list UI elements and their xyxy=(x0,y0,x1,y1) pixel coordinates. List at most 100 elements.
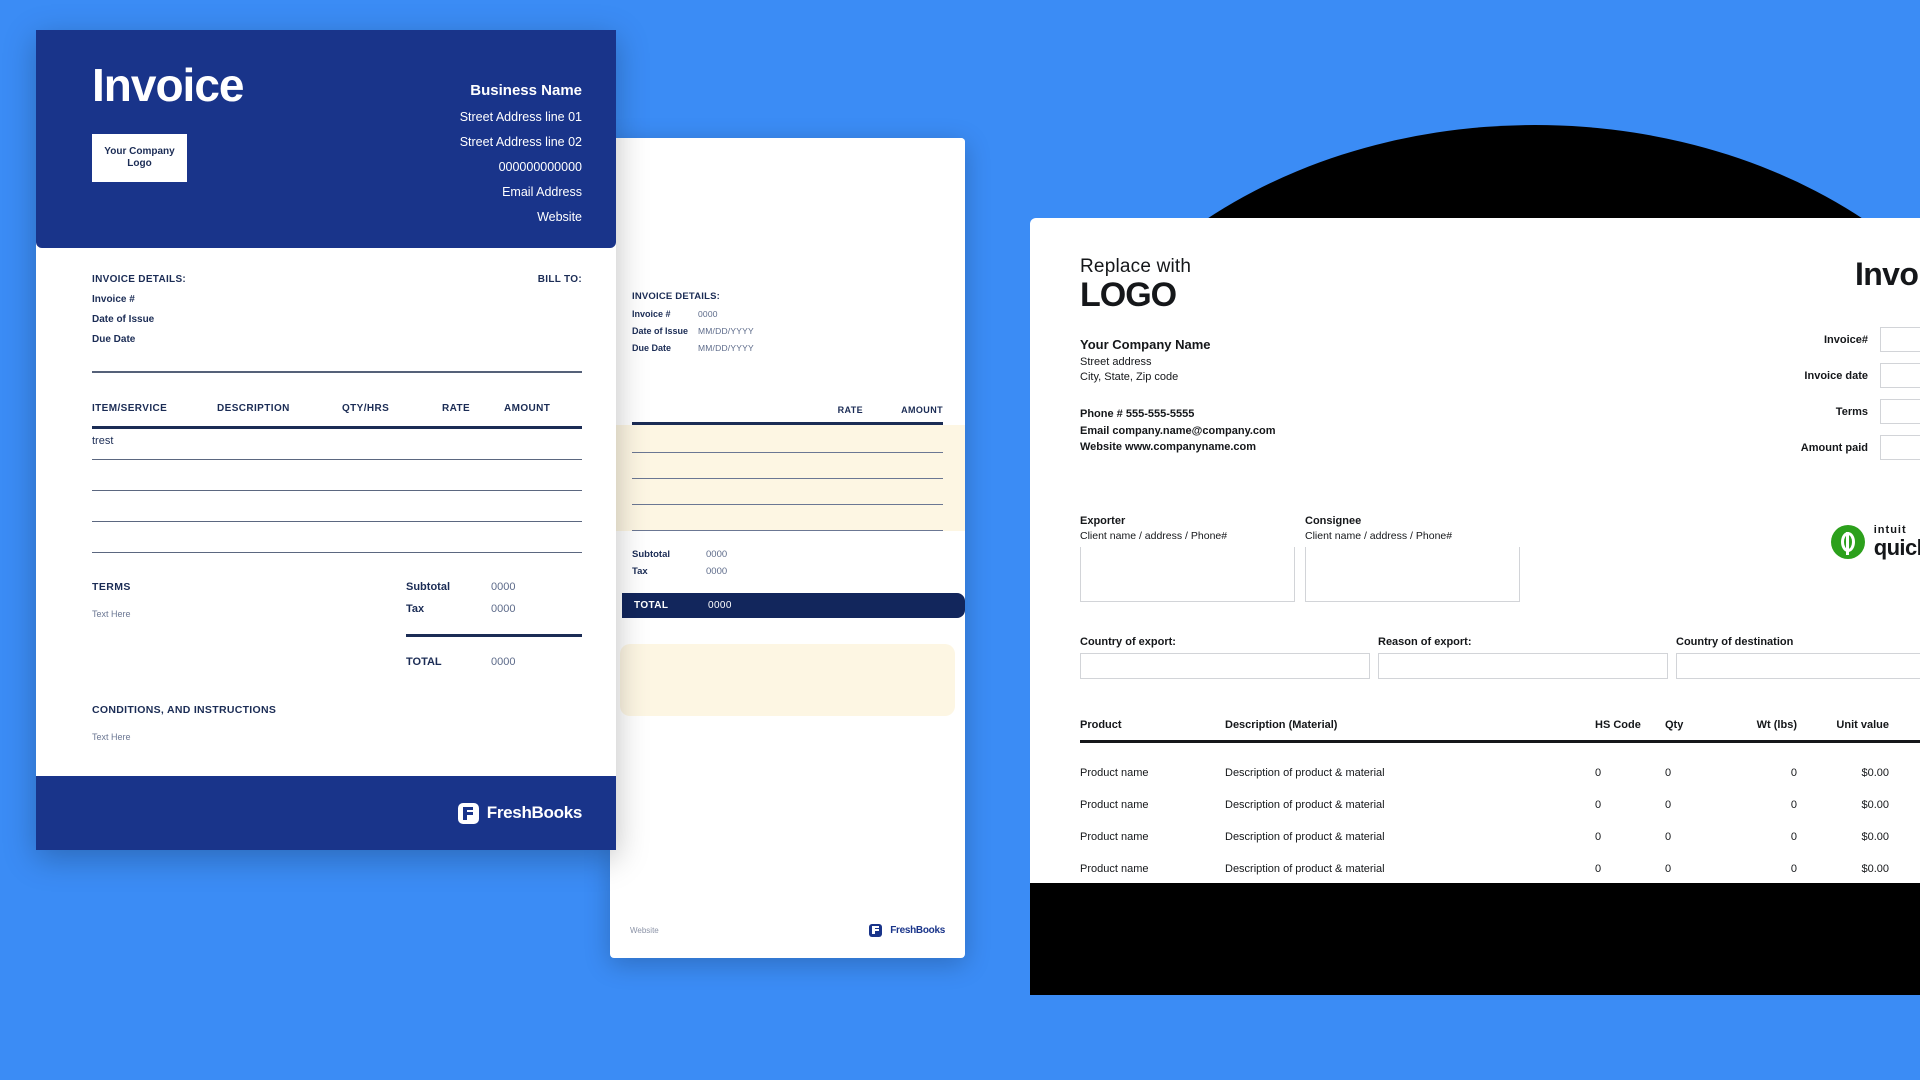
table-row[interactable]: Product name Description of product & ma… xyxy=(1080,853,1920,883)
logo-word: LOGO xyxy=(1080,276,1177,314)
cell-amount: $0.00 xyxy=(1889,863,1920,875)
reason-of-export-label: Reason of export: xyxy=(1378,636,1472,648)
invoice-card-right[interactable]: Replace with LOGO Your Company Name Stre… xyxy=(1030,218,1920,883)
quickbooks-logo: intuit quickbooks xyxy=(1830,525,1920,560)
exporter-input[interactable] xyxy=(1080,547,1295,602)
cell-product: Product name xyxy=(1080,799,1149,811)
card2-footer: Website FreshBooks xyxy=(610,902,965,958)
col-qty: Qty xyxy=(1665,719,1684,731)
cell-unit-value: $0.00 xyxy=(1861,799,1889,811)
card2-line-item[interactable] xyxy=(632,453,943,479)
card1-col-qty: QTY/HRS xyxy=(342,403,390,414)
card1-business-block: Business Name Street Address line 01 Str… xyxy=(460,82,582,235)
logo-placeholder-block[interactable]: Replace with LOGO xyxy=(1080,256,1276,314)
card2-details-heading: INVOICE DETAILS: xyxy=(632,291,720,302)
card3-company-email: Email company.name@company.com xyxy=(1080,424,1276,437)
card1-terms-text[interactable]: Text Here xyxy=(92,609,406,619)
cell-description: Description of product & material xyxy=(1225,863,1385,875)
quickbooks-wordmark: intuit quickbooks xyxy=(1874,525,1920,560)
table-row[interactable]: Product name Description of product & ma… xyxy=(1080,821,1920,853)
card3-table-gap xyxy=(1080,743,1920,757)
card1-header: Invoice Your Company Logo Business Name … xyxy=(36,30,616,248)
business-address-line-2: Street Address line 02 xyxy=(459,135,582,149)
quickbooks-brand-area: intuit quickbooks xyxy=(1530,515,1920,602)
country-of-export-input[interactable] xyxy=(1080,653,1370,679)
card3-fields: Invoice# Invoice date Terms Amount paid xyxy=(1640,327,1920,460)
card2-summary-row: Subtotal 0000 xyxy=(632,549,943,560)
card2-subtotal-label: Subtotal xyxy=(632,548,670,560)
country-of-export-label: Country of export: xyxy=(1080,636,1176,648)
card1-detail-due-date: Due Date xyxy=(92,334,136,345)
reason-of-export-input[interactable] xyxy=(1378,653,1668,679)
reason-of-export-block: Reason of export: xyxy=(1378,636,1668,679)
card1-line-item[interactable] xyxy=(92,522,582,553)
card1-line-item[interactable]: trest xyxy=(92,429,582,460)
card2-tax-value: 0000 xyxy=(706,565,728,577)
country-of-destination-label: Country of destination xyxy=(1676,636,1794,648)
card3-company-website: Website www.companyname.com xyxy=(1080,441,1257,454)
card1-summary-row: Subtotal 0000 xyxy=(406,581,582,593)
card1-terms-heading: TERMS xyxy=(92,581,131,593)
card1-line-item[interactable] xyxy=(92,460,582,491)
card3-field-row: Invoice# xyxy=(1640,327,1920,352)
cell-amount: $0.00 xyxy=(1889,831,1920,843)
table-row[interactable]: Product name Description of product & ma… xyxy=(1080,789,1920,821)
card3-title: Invoicing xyxy=(1854,256,1920,292)
company-logo-placeholder[interactable]: Your Company Logo xyxy=(92,134,187,182)
cell-qty: 0 xyxy=(1665,799,1672,811)
card2-col-amount: AMOUNT xyxy=(901,405,943,415)
freshbooks-wordmark: FreshBooks xyxy=(486,803,583,822)
card3-company-name: Your Company Name xyxy=(1080,336,1211,352)
cell-hs-code: 0 xyxy=(1595,767,1602,779)
invoice-number-input[interactable] xyxy=(1880,327,1920,352)
cell-weight: 0 xyxy=(1790,831,1797,843)
card1-col-amount: AMOUNT xyxy=(504,403,551,414)
cell-weight: 0 xyxy=(1790,767,1797,779)
card1-terms-and-summary: TERMS Text Here Subtotal 0000 Tax 0000 T… xyxy=(36,581,616,668)
business-email: Email Address xyxy=(502,185,582,199)
invoice-card-middle[interactable]: INVOICE DETAILS: Invoice # 0000 Date of … xyxy=(610,138,965,958)
cell-description: Description of product & material xyxy=(1225,767,1385,779)
amount-paid-input[interactable] xyxy=(1880,435,1920,460)
invoice-card-left[interactable]: Invoice Your Company Logo Business Name … xyxy=(36,30,616,850)
card1-col-item: ITEM/SERVICE xyxy=(92,403,168,414)
card2-body: INVOICE DETAILS: Invoice # 0000 Date of … xyxy=(610,291,965,716)
card2-detail-row: Invoice # 0000 xyxy=(632,309,943,319)
amount-paid-label: Amount paid xyxy=(1800,441,1868,454)
card1-line-item[interactable] xyxy=(92,491,582,522)
card2-footer-text: Website xyxy=(630,925,659,935)
cell-unit-value: $0.00 xyxy=(1861,831,1889,843)
card1-col-rate: RATE xyxy=(442,403,471,414)
cell-amount: $0.00 xyxy=(1889,767,1920,779)
invoice-date-input[interactable] xyxy=(1880,363,1920,388)
card2-summary: Subtotal 0000 Tax 0000 xyxy=(632,549,943,577)
card2-detail-label: Invoice # xyxy=(632,309,671,319)
card1-conditions-text[interactable]: Text Here xyxy=(92,732,582,742)
consignee-input[interactable] xyxy=(1305,547,1520,602)
table-row[interactable]: Product name Description of product & ma… xyxy=(1080,757,1920,789)
card2-line-item[interactable] xyxy=(632,427,943,453)
cell-hs-code: 0 xyxy=(1595,863,1602,875)
cell-hs-code: 0 xyxy=(1595,831,1602,843)
card2-line-item[interactable] xyxy=(632,479,943,505)
cell-qty: 0 xyxy=(1665,767,1672,779)
card2-subtotal-value: 0000 xyxy=(706,548,728,560)
col-product: Product xyxy=(1080,719,1122,731)
card1-tax-label: Tax xyxy=(406,603,425,615)
card3-field-row: Terms xyxy=(1640,399,1920,424)
card1-bill-to-heading: BILL TO: xyxy=(537,274,582,285)
exporter-block: Exporter Client name / address / Phone# xyxy=(1080,515,1295,602)
card2-line-item[interactable] xyxy=(632,505,943,531)
terms-input[interactable] xyxy=(1880,399,1920,424)
country-of-destination-input[interactable] xyxy=(1676,653,1920,679)
card2-detail-value: MM/DD/YYYY xyxy=(698,343,754,353)
card3-company-street: Street address xyxy=(1080,355,1152,368)
card2-tax-label: Tax xyxy=(632,565,648,577)
cell-qty: 0 xyxy=(1665,863,1672,875)
card3-product-table: Product Description (Material) HS Code Q… xyxy=(1080,719,1920,883)
col-unit-value: Unit value xyxy=(1836,719,1889,731)
card2-detail-row: Due Date MM/DD/YYYY xyxy=(632,343,943,353)
consignee-title: Consignee xyxy=(1305,515,1362,527)
card1-detail-date-of-issue: Date of Issue xyxy=(92,314,155,325)
card2-header-spacer xyxy=(610,138,965,286)
